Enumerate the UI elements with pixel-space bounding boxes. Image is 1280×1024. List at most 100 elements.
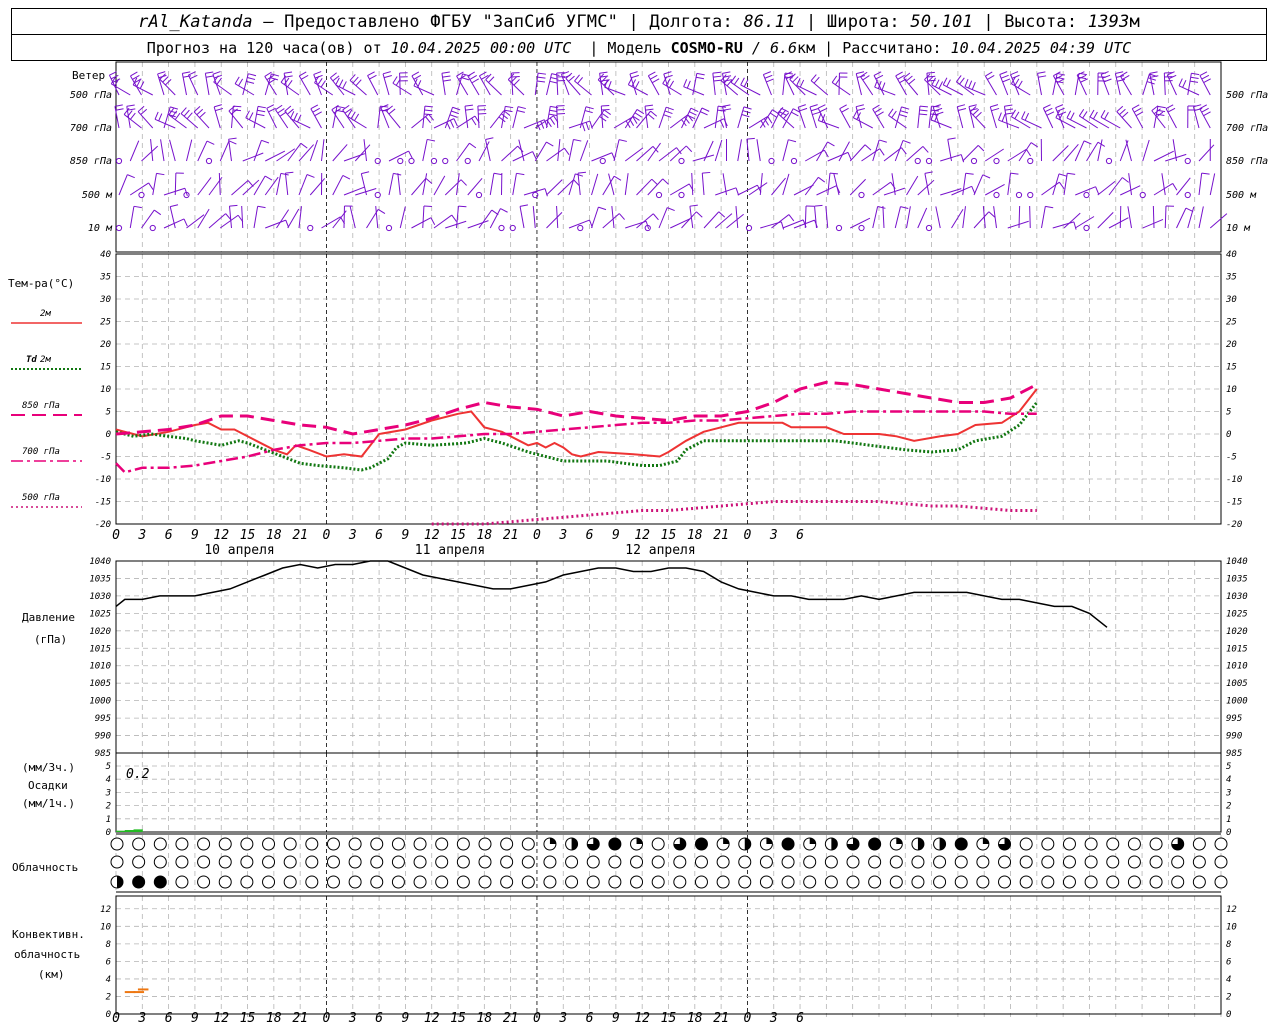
- cloud-symbol: [132, 875, 146, 889]
- temp-tick-right: 10: [1226, 385, 1237, 395]
- wind-barb-feather: [206, 140, 215, 145]
- wind-barb: [818, 120, 840, 129]
- wind-barb-feather: [723, 79, 732, 82]
- wind-barb-feather: [306, 174, 315, 178]
- wind-barb-feather: [908, 78, 916, 85]
- wind-barb-feather: [965, 172, 974, 175]
- calm-wind-circle: [408, 157, 415, 165]
- wind-barb-feather: [205, 71, 214, 74]
- wind-barb-feather: [377, 208, 386, 215]
- wind-barb-feather: [852, 110, 858, 118]
- calm-wind-circle: [678, 157, 685, 165]
- wind-barb-feather: [1014, 78, 1020, 87]
- wind-barb: [253, 140, 262, 162]
- wind-barb: [444, 107, 454, 129]
- wind-barb: [485, 79, 502, 96]
- wind-barb-feather: [601, 112, 609, 119]
- wind-barb-feather: [955, 75, 962, 83]
- wind-barb: [132, 84, 153, 96]
- wind-barb-feather: [599, 116, 607, 122]
- wind-barb: [1100, 116, 1121, 129]
- x-tick-label: 6: [796, 528, 804, 543]
- wind-barb-feather: [1095, 186, 1100, 195]
- wind-barb: [1131, 108, 1144, 129]
- wind-barb-feather: [607, 80, 612, 89]
- conv-x-tick-label: 0: [112, 1011, 120, 1024]
- cloud-symbol-fill: [744, 838, 751, 850]
- wind-barb-feather: [1024, 112, 1030, 121]
- wind-barb: [1089, 116, 1110, 129]
- wind-barb: [872, 206, 879, 229]
- wind-barb-feather: [971, 186, 976, 194]
- cloud-symbol-fill: [831, 838, 838, 851]
- wind-barb-feather: [355, 79, 362, 87]
- temp-tick-left: -15: [95, 498, 111, 508]
- wind-barb-feather: [488, 76, 495, 83]
- wind-barb: [906, 146, 924, 162]
- wind-barb: [872, 139, 880, 162]
- wind-barb-feather: [568, 75, 575, 82]
- wind-barb-feather: [485, 137, 494, 140]
- wind-barb-feather: [1076, 71, 1085, 76]
- wind-barb: [658, 207, 668, 229]
- wind-barb-feather: [645, 108, 654, 111]
- wind-barb: [433, 214, 453, 229]
- wind-barb: [478, 209, 493, 229]
- wind-barb: [860, 76, 874, 96]
- wind-barb-feather: [127, 174, 135, 179]
- wind-barb: [591, 152, 613, 162]
- wind-barb-feather: [382, 71, 391, 75]
- wind-barb-feather: [630, 74, 639, 79]
- wind-barb: [1142, 139, 1150, 162]
- wind-barb: [737, 184, 758, 196]
- cloud-symbol: [998, 875, 1012, 889]
- wind-barb-feather: [417, 80, 422, 88]
- calm-wind-circle: [1083, 224, 1090, 232]
- wind-barb-feather: [988, 211, 996, 218]
- wind-barb-feather: [971, 82, 976, 90]
- conv-x-tick-label: 12: [213, 1011, 229, 1024]
- cloud-symbol-fill: [896, 838, 903, 844]
- wind-barb-feather: [574, 74, 580, 82]
- calm-wind-circle: [374, 157, 381, 165]
- wind-barb-feather: [1057, 72, 1066, 76]
- wind-barb: [611, 206, 615, 229]
- wind-barb-feather: [972, 108, 980, 116]
- wind-barb: [714, 106, 719, 129]
- wind-barb-feather: [931, 77, 936, 86]
- wind-barb-feather: [549, 80, 558, 84]
- calm-wind-circle: [970, 157, 978, 165]
- wind-barb: [314, 82, 334, 96]
- wind-barb: [532, 206, 536, 229]
- wind-barb: [833, 173, 840, 196]
- wind-barb: [973, 174, 984, 196]
- conv-tick-left: 8: [106, 940, 111, 950]
- temp-tick-left: -10: [95, 475, 111, 485]
- wind-barb-feather: [424, 113, 433, 116]
- wind-barb: [1086, 141, 1099, 162]
- pressure-tick-right: 990: [1226, 732, 1242, 742]
- wind-barb-feather: [229, 204, 238, 207]
- cloud-symbol: [846, 855, 860, 869]
- cloud-symbol: [240, 855, 254, 869]
- cloud-symbol: [694, 837, 708, 851]
- cloud-symbol: [1106, 875, 1120, 889]
- wind-barb: [534, 141, 547, 162]
- wind-barb: [557, 139, 561, 162]
- wind-barb-feather: [199, 111, 206, 118]
- wind-barb-feather: [275, 104, 283, 111]
- pressure-tick-right: 1005: [1226, 679, 1248, 689]
- wind-barb-feather: [196, 108, 204, 116]
- cloud-symbol: [370, 875, 384, 889]
- pressure-tick-left: 1000: [89, 697, 111, 707]
- wind-barb-feather: [831, 75, 838, 83]
- legend-850-label: 850 гПа: [22, 401, 60, 411]
- conv-x-tick-label: 21: [713, 1011, 729, 1024]
- wind-barb-feather: [581, 123, 586, 132]
- wind-barb-feather: [695, 76, 705, 80]
- wind-barb-feather: [493, 172, 502, 176]
- cloud-symbol: [413, 855, 427, 869]
- precip-bar: [116, 830, 126, 832]
- wind-barb-feather: [651, 178, 658, 186]
- cloud-symbol-fill: [982, 838, 989, 844]
